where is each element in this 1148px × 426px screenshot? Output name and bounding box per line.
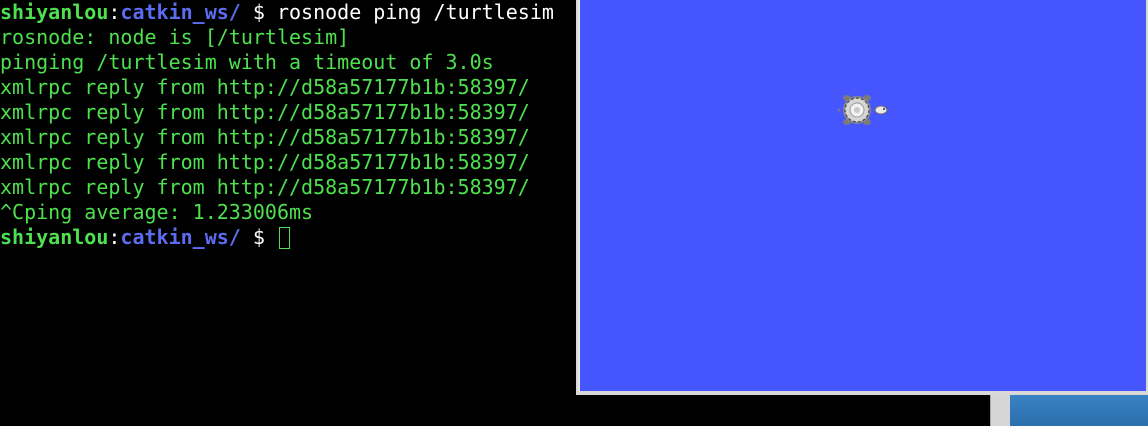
prompt-dollar: $: [240, 0, 277, 24]
prompt-user: shiyanlou: [0, 0, 109, 24]
desktop-screen: shiyanlou:catkin_ws/ $ rosnode ping /tur…: [0, 0, 1148, 426]
turtlesim-canvas[interactable]: [580, 0, 1146, 391]
output-line: xmlrpc reply from http://d58a57177b1b:58…: [0, 100, 530, 124]
output-line: pinging /turtlesim with a timeout of 3.0…: [0, 50, 494, 74]
desktop-window-edge: [990, 395, 1011, 426]
turtle-icon: [838, 95, 888, 125]
terminal-command-line: shiyanlou:catkin_ws/ $ rosnode ping /tur…: [0, 0, 580, 25]
terminal-window[interactable]: shiyanlou:catkin_ws/ $ rosnode ping /tur…: [0, 0, 580, 426]
turtlesim-window[interactable]: [576, 0, 1148, 395]
output-line: xmlrpc reply from http://d58a57177b1b:58…: [0, 75, 530, 99]
output-line: xmlrpc reply from http://d58a57177b1b:58…: [0, 125, 530, 149]
terminal-cursor: [278, 227, 290, 249]
command-text: rosnode ping /turtlesim: [276, 0, 554, 24]
desktop-panel: [1010, 395, 1148, 426]
prompt-dollar: $: [240, 225, 277, 249]
prompt-separator: :: [108, 0, 121, 24]
output-line: ^Cping average: 1.233006ms: [0, 200, 314, 224]
output-line: rosnode: node is [/turtlesim]: [0, 25, 350, 49]
output-line: xmlrpc reply from http://d58a57177b1b:58…: [0, 175, 530, 199]
output-line: xmlrpc reply from http://d58a57177b1b:58…: [0, 150, 530, 174]
terminal-prompt-line[interactable]: shiyanlou:catkin_ws/ $: [0, 225, 580, 250]
prompt-path: catkin_ws/: [120, 225, 241, 249]
prompt-separator: :: [108, 225, 121, 249]
prompt-path: catkin_ws/: [120, 0, 241, 24]
prompt-user: shiyanlou: [0, 225, 109, 249]
